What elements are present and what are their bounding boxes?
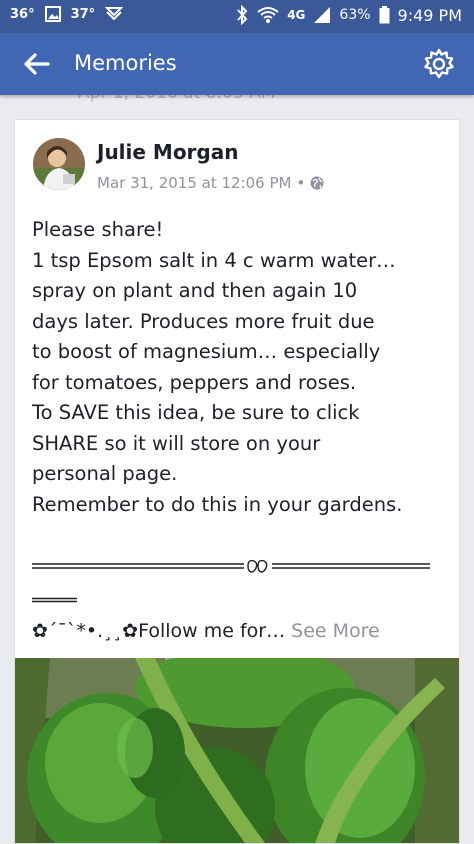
post-line: 1 tsp Epsom salt in 4 c warm water… [32,248,396,272]
post-photo[interactable] [15,658,459,843]
post-line: to boost of magnesium… especially [32,340,381,363]
author-name[interactable]: Julie Morgan [97,140,238,164]
post-timestamp[interactable]: Mar 31, 2015 at 12:06 PM [97,174,291,192]
post-line: days later. Produces more fruit due [32,309,375,333]
post-line: Please share! [32,218,164,241]
network-type: 4G [287,8,306,22]
post-line: SHARE so it will store on your [32,431,321,455]
globe-icon [310,176,324,190]
pepper-plant-image [15,658,459,843]
avatar-photo [33,138,85,190]
follow-text: ✿´¯`*•.¸¸✿Follow me for… [32,620,286,642]
back-arrow-icon[interactable] [22,49,52,79]
status-right: 4G 63% 9:49 PM [235,5,462,25]
bluetooth-icon [237,5,248,25]
battery-percent: 63% [339,7,371,23]
post-card: Julie Morgan Mar 31, 2015 at 12:06 PM • … [14,119,460,844]
wifi-icon [257,7,279,23]
avatar[interactable] [33,138,85,190]
post-line: Remember to do this in your gardens. [32,492,403,516]
meta-separator: • [296,174,306,192]
notification-icon [105,7,124,21]
clock: 9:49 PM [397,5,462,25]
follow-line: ✿´¯`*•.¸¸✿Follow me for… See More [32,620,380,642]
gear-icon[interactable] [422,47,456,81]
post-line: for tomatoes, peppers and roses. [32,370,357,394]
post-line: spray on plant and then again 10 [32,279,358,302]
post-line: To SAVE this idea, be sure to click [32,401,360,424]
status-left: 36° 37° [10,6,124,22]
previous-post-row: Apr 1, 2016 at 8:05 AM [0,95,474,111]
previous-post-date: Apr 1, 2016 at 8:05 AM [78,95,275,103]
page-title: Memories [74,51,177,75]
post-meta: Mar 31, 2015 at 12:06 PM • [97,174,324,192]
weather-temp-1: 36° [10,6,35,22]
image-icon [44,6,61,22]
weather-temp-2: 37° [70,6,96,22]
status-bar: 36° 37° 4G 63% 9:49 PM [0,0,474,33]
decorative-divider [32,559,430,573]
see-more-link[interactable]: See More [291,620,380,642]
battery-icon [379,6,390,24]
signal-icon [314,7,331,23]
divider-stub [32,597,77,603]
app-bar: Memories [0,33,474,95]
post-line: personal page. [32,462,178,485]
post-body: Please share! 1 tsp Epsom salt in 4 c wa… [32,215,452,520]
